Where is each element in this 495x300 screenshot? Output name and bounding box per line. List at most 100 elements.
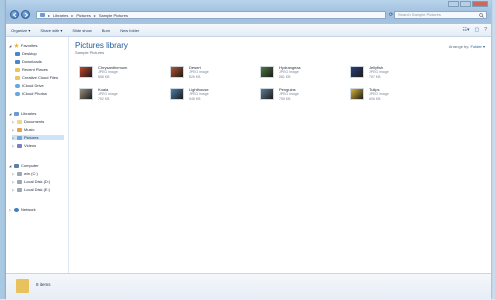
- forward-button[interactable]: [21, 10, 30, 19]
- nav-icloud-photos[interactable]: iCloud Photos: [15, 91, 47, 96]
- file-item[interactable]: Penguins JPEG image 759 KB: [260, 86, 340, 106]
- collapse-arrow-icon[interactable]: ▷: [12, 120, 15, 124]
- collapse-arrow-icon[interactable]: ▷: [12, 188, 15, 192]
- address-bar[interactable]: ▸ Libraries ▸ Pictures ▸ Sample Pictures: [36, 11, 386, 19]
- nav-documents[interactable]: ▷ Documents: [12, 119, 44, 124]
- file-type: JPEG image: [189, 70, 209, 74]
- minimize-button[interactable]: [448, 1, 459, 7]
- nav-music-label: Music: [24, 127, 35, 132]
- collapse-arrow-icon[interactable]: ▷: [12, 144, 15, 148]
- expand-arrow-icon[interactable]: ◢: [9, 112, 12, 116]
- breadcrumb-chevron-icon: ▸: [71, 12, 74, 18]
- preview-pane-icon[interactable]: ▢: [474, 27, 479, 33]
- star-icon: [14, 43, 19, 48]
- creative-cloud-icon: [15, 75, 20, 80]
- file-item[interactable]: Jellyfish JPEG image 757 KB: [350, 64, 430, 84]
- videos-icon: [17, 143, 22, 148]
- nav-computer[interactable]: ◢ Computer: [9, 163, 39, 168]
- file-size: 581 KB: [279, 75, 291, 79]
- new-folder-button[interactable]: New folder: [115, 28, 144, 33]
- file-item[interactable]: Lighthouse JPEG image 548 KB: [170, 86, 250, 106]
- view-options-icon[interactable]: ☷▾: [462, 27, 469, 33]
- image-thumbnail: [260, 66, 274, 78]
- nav-win-c[interactable]: ▷ win (C:): [12, 171, 38, 176]
- drive-icon: [17, 179, 22, 184]
- nav-music[interactable]: ▷ Music: [12, 127, 34, 132]
- breadcrumb-chevron-icon: ▸: [48, 12, 51, 18]
- collapse-arrow-icon[interactable]: ▷: [12, 136, 15, 140]
- close-button[interactable]: [472, 1, 488, 7]
- search-input[interactable]: Search Sample Pictures: [394, 11, 487, 19]
- nav-libraries[interactable]: ◢ Libraries: [9, 111, 36, 116]
- slide-show-button[interactable]: Slide show: [67, 28, 96, 33]
- nav-desktop[interactable]: Desktop: [15, 51, 37, 56]
- nav-creative-cloud[interactable]: Creative Cloud Files: [15, 75, 58, 80]
- file-size: 548 KB: [189, 97, 201, 101]
- forward-arrow-icon: [24, 12, 29, 18]
- nav-recent-places[interactable]: Recent Places: [15, 67, 48, 72]
- desktop-icon: [15, 51, 20, 56]
- nav-pictures-label: Pictures: [24, 135, 39, 140]
- file-type: JPEG image: [98, 70, 118, 74]
- navigation-pane: ◢ Favorites Desktop Downloads Recent Pla…: [6, 37, 69, 273]
- breadcrumb-sample-pictures[interactable]: Sample Pictures: [99, 13, 128, 18]
- refresh-button[interactable]: ⟳: [389, 12, 393, 18]
- nav-pictures[interactable]: ▷ Pictures: [12, 135, 64, 140]
- file-item[interactable]: Tulips JPEG image 606 KB: [350, 86, 430, 106]
- breadcrumb-pictures[interactable]: Pictures: [76, 13, 90, 18]
- file-size: 858 KB: [98, 75, 110, 79]
- file-item[interactable]: Hydrangeas JPEG image 581 KB: [260, 64, 340, 84]
- file-type: JPEG image: [369, 92, 389, 96]
- image-thumbnail: [260, 88, 274, 100]
- expand-arrow-icon[interactable]: ◢: [9, 164, 12, 168]
- file-type: JPEG image: [279, 70, 299, 74]
- command-bar: Organize ▾ Share with ▾ Slide show Burn …: [6, 24, 491, 37]
- file-size: 826 KB: [189, 75, 201, 79]
- arrange-by[interactable]: Arrange by: Folder ▾: [449, 44, 485, 49]
- image-thumbnail: [170, 88, 184, 100]
- collapse-arrow-icon[interactable]: ▷: [12, 128, 15, 132]
- nav-favorites[interactable]: ◢ Favorites: [9, 43, 37, 48]
- nav-local-e[interactable]: ▷ Local Disk (E:): [12, 187, 50, 192]
- file-item[interactable]: Koala JPEG image 762 KB: [79, 86, 159, 106]
- back-button[interactable]: [10, 10, 19, 19]
- nav-downloads[interactable]: Downloads: [15, 59, 42, 64]
- collapse-arrow-icon[interactable]: ▷: [9, 208, 12, 212]
- collapse-arrow-icon[interactable]: ▷: [12, 180, 15, 184]
- maximize-button[interactable]: [460, 1, 471, 7]
- libraries-icon: [14, 111, 19, 116]
- nav-local-e-label: Local Disk (E:): [24, 187, 51, 192]
- expand-arrow-icon[interactable]: ◢: [9, 44, 12, 48]
- burn-button[interactable]: Burn: [97, 28, 115, 33]
- file-size: 606 KB: [369, 97, 381, 101]
- breadcrumb-chevron-icon: ▸: [93, 12, 96, 18]
- share-with-button[interactable]: Share with ▾: [35, 28, 67, 33]
- nav-local-d[interactable]: ▷ Local Disk (D:): [12, 179, 50, 184]
- collapse-arrow-icon[interactable]: ▷: [12, 172, 15, 176]
- file-item[interactable]: Desert JPEG image 826 KB: [170, 64, 250, 84]
- arrange-by-value[interactable]: Folder ▾: [471, 44, 485, 49]
- details-pane: 8 items: [6, 273, 491, 300]
- file-item[interactable]: Chrysanthemum JPEG image 858 KB: [79, 64, 159, 84]
- library-icon: [40, 13, 45, 17]
- item-count: 8 items: [36, 282, 51, 287]
- breadcrumb-libraries[interactable]: Libraries: [53, 13, 68, 18]
- file-size: 759 KB: [279, 97, 291, 101]
- file-type: JPEG image: [189, 92, 209, 96]
- computer-icon: [14, 163, 19, 168]
- nav-documents-label: Documents: [24, 119, 45, 124]
- nav-favorites-label: Favorites: [21, 43, 38, 48]
- drive-icon: [17, 171, 22, 176]
- image-thumbnail: [170, 66, 184, 78]
- nav-local-d-label: Local Disk (D:): [24, 179, 51, 184]
- drive-icon: [17, 187, 22, 192]
- organize-button[interactable]: Organize ▾: [6, 28, 35, 33]
- back-arrow-icon: [12, 12, 17, 18]
- cloud-photos-icon: [15, 91, 20, 96]
- music-icon: [17, 127, 22, 132]
- help-icon[interactable]: ?: [484, 27, 487, 33]
- nav-videos[interactable]: ▷ Videos: [12, 143, 36, 148]
- nav-icloud-drive[interactable]: iCloud Drive: [15, 83, 44, 88]
- downloads-icon: [15, 59, 20, 64]
- nav-network[interactable]: ▷ Network: [9, 207, 36, 212]
